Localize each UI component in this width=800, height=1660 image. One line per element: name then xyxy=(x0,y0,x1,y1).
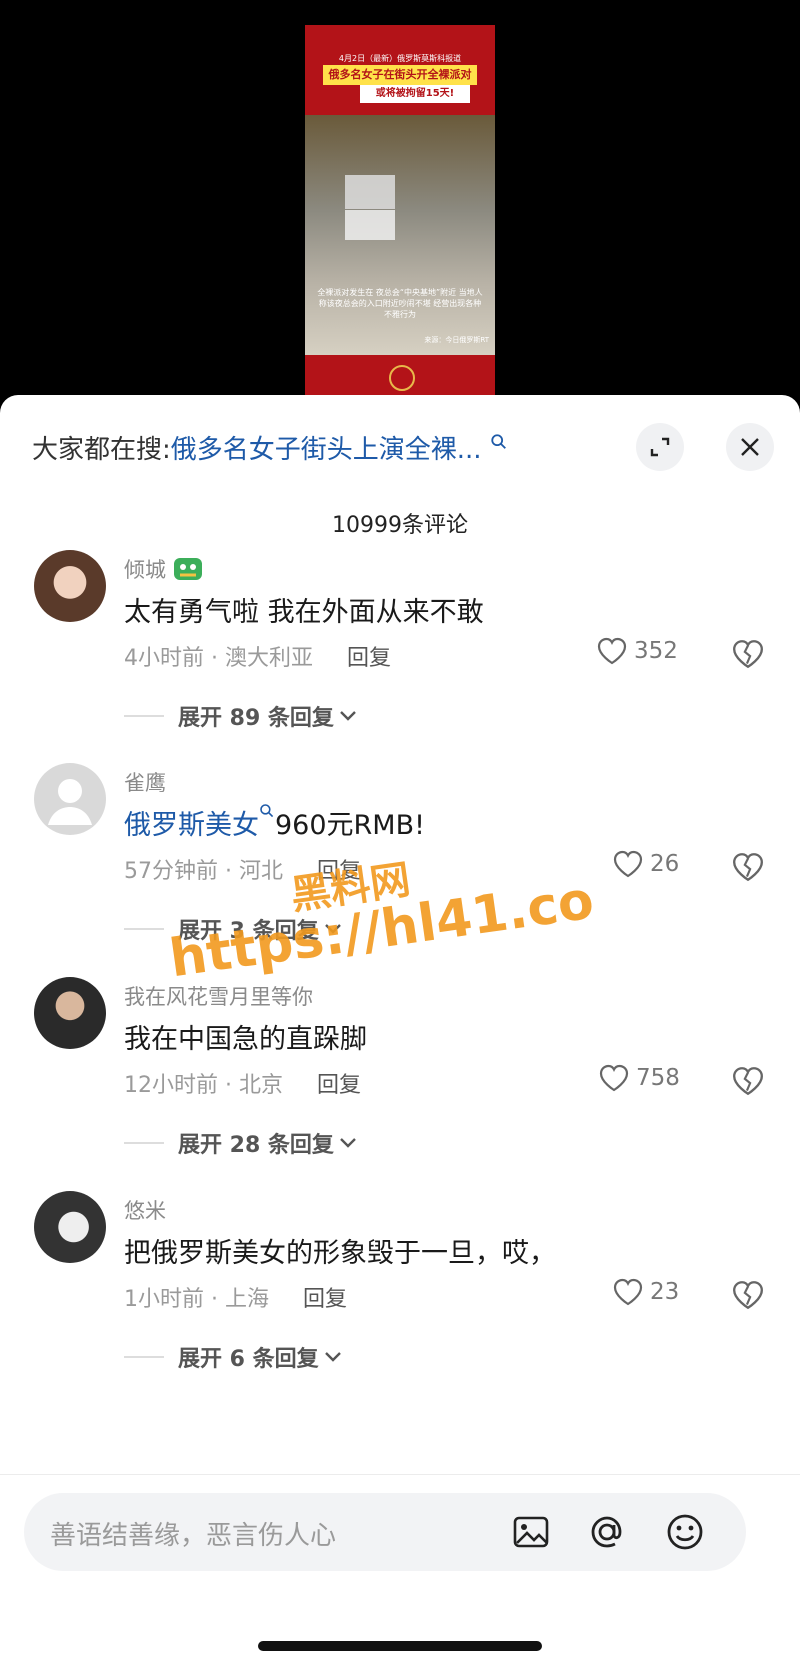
comment-author[interactable]: 我在风花雪月里等你 xyxy=(124,981,313,1011)
comment-input[interactable]: 善语结善缘，恶言伤人心 xyxy=(24,1493,746,1571)
like-button[interactable]: 23 xyxy=(612,1277,679,1307)
reply-button[interactable]: 回复 xyxy=(303,1287,347,1312)
expand-replies[interactable]: 展开 6 条回复 xyxy=(124,1341,343,1373)
broken-heart-icon[interactable] xyxy=(731,1279,765,1311)
comment-text: 把俄罗斯美女的形象毁于一旦，哎， xyxy=(124,1238,556,1269)
divider xyxy=(124,1356,164,1358)
video-banner-top: 4月2日（最新）俄罗斯莫斯科报道 xyxy=(338,54,462,63)
heart-icon xyxy=(613,850,643,878)
divider xyxy=(124,928,164,930)
comment-item: 倾城 太有勇气啦 我在外面从来不敢 4小时前 · 澳大利亚 回复 352 展开 8… xyxy=(0,550,800,760)
comment-item: 我在风花雪月里等你 我在中国急的直跺脚 12小时前 · 北京 回复 758 展开 … xyxy=(0,977,800,1187)
trending-search[interactable]: 大家都在搜: 俄多名女子街头上演全裸... xyxy=(32,427,508,467)
broken-heart-icon[interactable] xyxy=(731,851,765,883)
comment-meta: 1小时前 · 上海 回复 xyxy=(124,1287,347,1312)
reply-button[interactable]: 回复 xyxy=(347,646,391,671)
divider xyxy=(124,715,164,717)
comment-count: 10999条评论 xyxy=(332,513,468,538)
comment-search-link[interactable]: 俄罗斯美女 xyxy=(124,810,259,841)
reply-button[interactable]: 回复 xyxy=(317,1073,361,1098)
comment-input-bar: 善语结善缘，恶言伤人心 xyxy=(0,1474,800,1660)
censor-blur xyxy=(345,210,395,240)
chevron-down-icon xyxy=(340,711,356,721)
comment-author[interactable]: 雀鹰 xyxy=(124,767,166,797)
like-button[interactable]: 352 xyxy=(596,636,678,666)
avatar[interactable] xyxy=(34,550,106,622)
comment-author[interactable]: 悠米 xyxy=(124,1195,166,1225)
video-thumbnail[interactable]: 4月2日（最新）俄罗斯莫斯科报道 俄多名女子在街头开全裸派对 或将被拘留15天!… xyxy=(305,25,495,397)
comment-input-placeholder: 善语结善缘，恶言伤人心 xyxy=(50,1521,337,1551)
expand-replies[interactable]: 展开 89 条回复 xyxy=(124,700,358,732)
expand-icon xyxy=(650,437,670,457)
comment-sheet: 大家都在搜: 俄多名女子街头上演全裸... 10999条评论 倾城 太有勇气啦 … xyxy=(0,395,800,1659)
heart-icon xyxy=(599,1064,629,1092)
video-caption: 全裸派对发生在 夜总会“中央基地”附近 当地人称该夜总会的入口附近吵闹不堪 经营… xyxy=(317,288,483,319)
broken-heart-icon[interactable] xyxy=(731,638,765,670)
video-banner-sub: 或将被拘留15天! xyxy=(360,85,470,103)
avatar[interactable] xyxy=(34,1191,106,1263)
comment-item: 悠米 把俄罗斯美女的形象毁于一旦，哎， 1小时前 · 上海 回复 23 展开 6 … xyxy=(0,1191,800,1401)
seal-logo xyxy=(389,365,415,391)
comment-meta: 12小时前 · 北京 回复 xyxy=(124,1073,361,1098)
video-source: 来源：今日俄罗斯RT xyxy=(424,336,489,344)
heart-icon xyxy=(597,637,627,665)
comment-text: 俄罗斯美女 960元RMB! xyxy=(124,803,425,842)
like-button[interactable]: 758 xyxy=(598,1063,680,1093)
comment-text: 太有勇气啦 我在外面从来不敢 xyxy=(124,597,484,628)
default-avatar-icon xyxy=(48,779,92,825)
like-button[interactable]: 26 xyxy=(612,849,679,879)
dragon-badge-icon xyxy=(174,558,202,580)
emoji-icon[interactable] xyxy=(664,1511,706,1553)
comment-meta: 4小时前 · 澳大利亚 回复 xyxy=(124,646,391,671)
expand-replies[interactable]: 展开 28 条回复 xyxy=(124,1127,358,1159)
comment-author[interactable]: 倾城 xyxy=(124,554,206,584)
video-banner-title: 俄多名女子在街头开全裸派对 xyxy=(323,65,477,85)
heart-icon xyxy=(613,1278,643,1306)
expand-button[interactable] xyxy=(636,423,684,471)
close-button[interactable] xyxy=(726,423,774,471)
close-icon xyxy=(741,438,759,456)
search-query-link[interactable]: 俄多名女子街头上演全裸... xyxy=(171,429,482,466)
broken-heart-icon[interactable] xyxy=(731,1065,765,1097)
avatar[interactable] xyxy=(34,763,106,835)
comment-text: 我在中国急的直跺脚 xyxy=(124,1024,367,1055)
search-icon xyxy=(260,804,274,818)
home-indicator[interactable] xyxy=(258,1641,542,1651)
avatar[interactable] xyxy=(34,977,106,1049)
image-icon[interactable] xyxy=(510,1511,552,1553)
divider xyxy=(124,1142,164,1144)
video-player[interactable]: 4月2日（最新）俄罗斯莫斯科报道 俄多名女子在街头开全裸派对 或将被拘留15天!… xyxy=(0,0,800,420)
mention-icon[interactable] xyxy=(586,1511,628,1553)
search-icon xyxy=(490,434,506,449)
chevron-down-icon xyxy=(340,1138,356,1148)
search-prefix: 大家都在搜: xyxy=(32,434,171,465)
censor-blur xyxy=(345,175,395,209)
chevron-down-icon xyxy=(324,1352,341,1362)
